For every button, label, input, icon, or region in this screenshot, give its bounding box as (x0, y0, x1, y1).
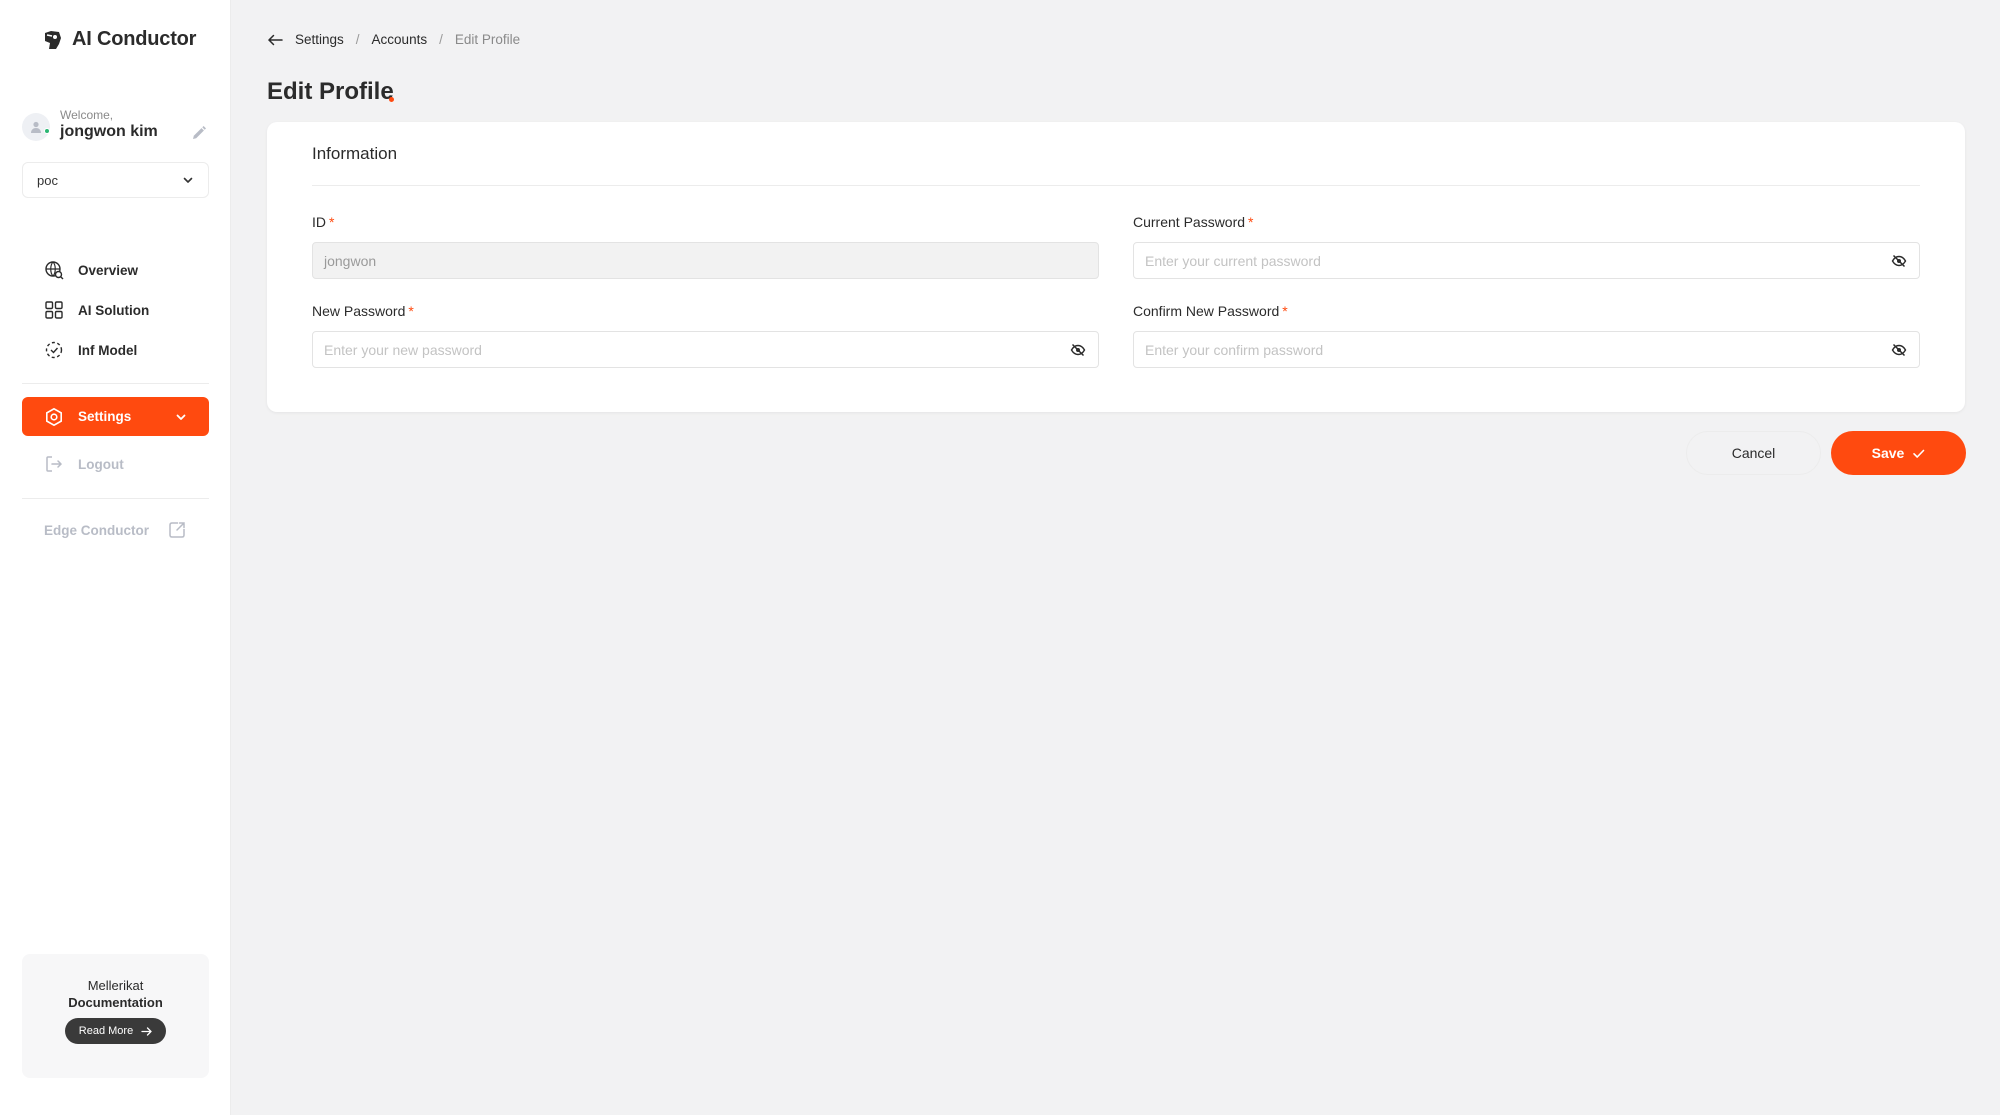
eye-off-icon (1070, 343, 1086, 356)
welcome-label: Welcome, (60, 108, 114, 122)
app-logo[interactable]: AI Conductor (42, 28, 196, 51)
arrow-right-icon (141, 1026, 153, 1036)
toggle-visibility-button[interactable] (1891, 253, 1907, 269)
dashed-circle-icon (45, 341, 63, 359)
save-button-label: Save (1871, 445, 1905, 461)
main-nav: Overview AI Solution Inf Model (22, 250, 209, 370)
read-more-button[interactable]: Read More (64, 1018, 167, 1044)
nav-item-ai-solution[interactable]: AI Solution (22, 290, 209, 330)
project-select-value: poc (37, 172, 58, 188)
cancel-button-label: Cancel (1731, 445, 1776, 461)
arrow-left-icon[interactable] (267, 33, 283, 47)
section-title: Information (312, 144, 398, 163)
edge-conductor-label: Edge Conductor (44, 522, 149, 538)
id-input: jongwon (312, 242, 1099, 279)
nav-item-label: Inf Model (78, 342, 138, 358)
user-name: jongwon kim (60, 123, 158, 140)
section-divider (312, 185, 1920, 186)
nav-item-label: Logout (78, 456, 124, 472)
logout-icon (46, 456, 63, 472)
eye-off-icon (1891, 254, 1907, 267)
project-select[interactable]: poc (22, 162, 209, 198)
required-mark: * (1282, 303, 1288, 319)
confirm-password-input[interactable]: Enter your confirm password (1133, 331, 1920, 368)
user-icon (31, 121, 41, 133)
documentation-card: Mellerikat Documentation Read More (22, 954, 209, 1078)
breadcrumb-current: Edit Profile (454, 32, 521, 47)
current-password-placeholder: Enter your current password (1145, 252, 1321, 269)
nav-divider (22, 383, 209, 384)
grid-icon (45, 301, 63, 319)
id-field: ID * jongwon (312, 214, 1099, 279)
nav-item-label: Overview (78, 262, 139, 278)
chevron-down-icon (183, 177, 193, 183)
confirm-password-label-text: Confirm New Password (1133, 303, 1280, 319)
toggle-visibility-button[interactable] (1891, 342, 1907, 358)
settings-hexagon-icon (46, 407, 62, 426)
nav-item-inf-model[interactable]: Inf Model (22, 330, 209, 370)
read-more-label: Read More (78, 1025, 134, 1037)
nav-item-logout[interactable]: Logout (44, 454, 124, 474)
chevron-down-icon (176, 414, 186, 420)
new-password-placeholder: Enter your new password (324, 341, 482, 358)
conductor-logo-icon (45, 30, 61, 49)
required-mark: * (408, 303, 414, 319)
breadcrumb-accounts[interactable]: Accounts (372, 32, 428, 47)
nav-item-label: Settings (78, 409, 132, 424)
avatar[interactable] (22, 113, 50, 141)
id-label-text: ID (312, 214, 326, 230)
information-card: Information ID * jongwon Current Password… (267, 122, 1965, 412)
current-password-label: Current Password * (1133, 214, 1920, 234)
check-icon (1913, 449, 1925, 458)
confirm-password-field: Confirm New Password * Enter your confirm… (1133, 303, 1920, 368)
confirm-password-placeholder: Enter your confirm password (1145, 341, 1324, 358)
breadcrumb-separator: / (439, 32, 443, 47)
id-label: ID * (312, 214, 1099, 234)
current-password-input[interactable]: Enter your current password (1133, 242, 1920, 279)
required-mark: * (1248, 214, 1254, 230)
toggle-visibility-button[interactable] (1070, 342, 1086, 358)
doc-card-title: Documentation (68, 995, 163, 1010)
app-title: AI Conductor (72, 28, 197, 50)
nav-item-overview[interactable]: Overview (22, 250, 209, 290)
eye-off-icon (1891, 343, 1907, 356)
nav-divider (22, 498, 209, 499)
nav-item-settings[interactable]: Settings (22, 397, 209, 436)
cancel-button[interactable]: Cancel (1686, 431, 1821, 475)
confirm-password-label: Confirm New Password * (1133, 303, 1920, 323)
new-password-field: New Password * Enter your new password (312, 303, 1099, 368)
sidebar: AI Conductor Welcome, jongwon kim poc Ov… (0, 0, 231, 1115)
external-link-icon (169, 522, 185, 538)
user-welcome: Welcome, jongwon kim (22, 106, 208, 146)
breadcrumb: Settings / Accounts / Edit Profile (267, 32, 520, 47)
current-password-label-text: Current Password (1133, 214, 1246, 230)
new-password-input[interactable]: Enter your new password (312, 331, 1099, 368)
id-input-value: jongwon (324, 252, 377, 269)
nav-item-label: AI Solution (78, 302, 150, 318)
new-password-label: New Password * (312, 303, 1099, 323)
breadcrumb-separator: / (355, 32, 360, 47)
globe-search-icon (45, 261, 64, 280)
title-accent-dot (389, 97, 394, 102)
current-password-field: Current Password * Enter your current pas… (1133, 214, 1920, 279)
pencil-icon[interactable] (190, 124, 208, 142)
page-title: Edit Profile (267, 78, 394, 105)
edge-conductor-link[interactable]: Edge Conductor (44, 520, 187, 540)
new-password-label-text: New Password (312, 303, 406, 319)
doc-card-brand: Mellerikat (87, 978, 144, 993)
save-button[interactable]: Save (1831, 431, 1966, 475)
required-mark: * (329, 214, 335, 230)
online-status-dot (44, 128, 50, 134)
breadcrumb-settings[interactable]: Settings (295, 32, 344, 47)
